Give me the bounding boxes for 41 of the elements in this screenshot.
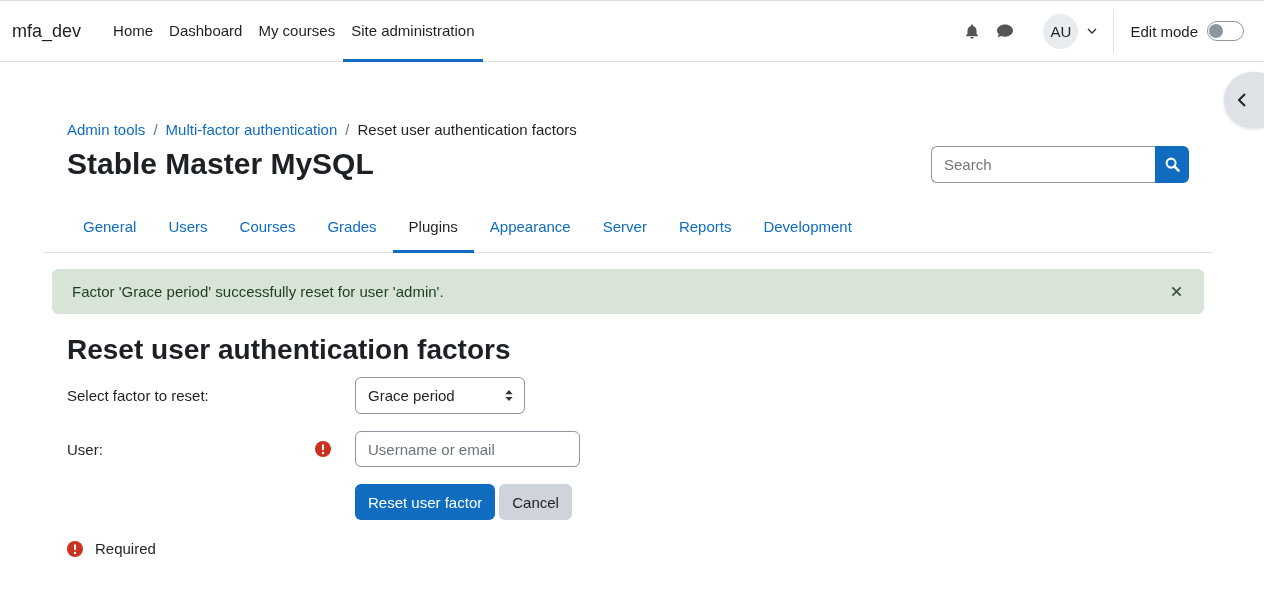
breadcrumb-link[interactable]: Admin tools	[67, 120, 146, 138]
sort-arrows-icon	[505, 390, 513, 401]
chevron-down-icon[interactable]	[1087, 28, 1098, 34]
tab[interactable]: Reports	[662, 202, 748, 253]
field-label: User:	[67, 440, 103, 458]
bell-icon[interactable]	[964, 22, 981, 40]
page-title: Stable Master MySQL	[67, 147, 374, 181]
search-field[interactable]: Search	[931, 145, 1155, 183]
tab[interactable]: Development	[747, 202, 868, 253]
tab[interactable]: Appearance	[473, 202, 587, 253]
breadcrumb-current: Reset user authentication factors	[357, 120, 577, 138]
nav-link[interactable]: Site administration	[343, 1, 483, 62]
nav-link[interactable]: Dashboard	[161, 1, 251, 62]
edit-mode-label: Edit mode	[1130, 22, 1198, 40]
tab[interactable]: Grades	[311, 202, 393, 253]
search-button[interactable]	[1155, 145, 1189, 183]
field-label: Select factor to reset:	[67, 387, 209, 404]
chevron-left-icon	[1238, 93, 1246, 107]
nav-link[interactable]: Home	[105, 1, 162, 62]
user-avatar-button[interactable]: AU	[1043, 13, 1079, 49]
tab[interactable]: Users	[152, 202, 224, 253]
breadcrumb-separator: /	[153, 120, 158, 138]
breadcrumb-separator: /	[345, 120, 350, 138]
tab[interactable]: Server	[586, 202, 663, 253]
cancel-button[interactable]: Cancel	[499, 484, 572, 520]
factor-select[interactable]: Grace period	[355, 377, 525, 414]
required-note: Required	[95, 540, 156, 557]
user-input-field[interactable]: Username or email	[355, 431, 580, 467]
alert-message: Factor 'Grace period' successfully reset for user 'admin'.	[72, 283, 444, 300]
reset-button[interactable]: Reset user factor	[355, 484, 496, 520]
chat-bubble-icon[interactable]	[996, 23, 1015, 39]
close-icon[interactable]	[1171, 286, 1182, 297]
section-heading: Reset user authentication factors	[67, 333, 512, 367]
breadcrumb-link[interactable]: Multi-factor authentication	[165, 120, 338, 138]
nav-link[interactable]: My courses	[250, 1, 344, 62]
tab[interactable]: Courses	[223, 202, 312, 253]
search-icon	[1164, 156, 1180, 172]
site-name-link[interactable]: mfa_dev	[12, 20, 82, 42]
tab[interactable]: General	[67, 202, 153, 253]
tab[interactable]: Plugins	[392, 202, 474, 253]
required-icon	[67, 540, 83, 557]
